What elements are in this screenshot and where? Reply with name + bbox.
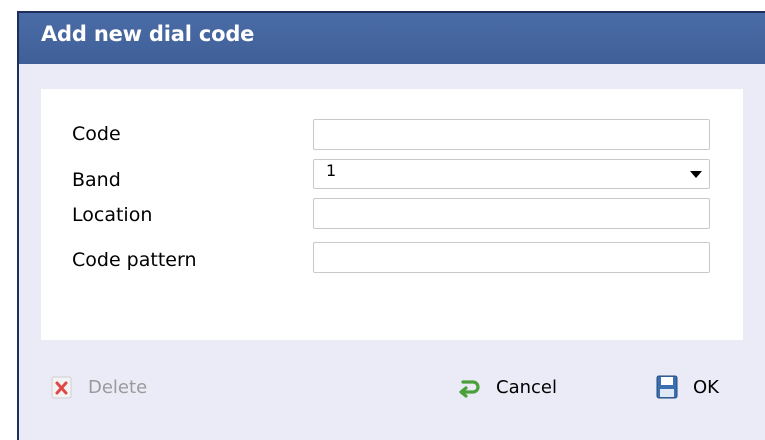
delete-label: Delete (88, 376, 148, 398)
code-input[interactable] (313, 119, 710, 150)
location-input[interactable] (313, 198, 710, 229)
form-panel: Code Band 1 Location Code pattern (41, 89, 743, 340)
dialog-titlebar: Add new dial code (19, 13, 765, 64)
code-label: Code (72, 123, 121, 145)
delete-button[interactable]: Delete (50, 370, 147, 404)
ok-button[interactable]: OK (655, 370, 719, 404)
cancel-label: Cancel (496, 376, 557, 398)
delete-x-icon (50, 374, 74, 400)
cancel-arrow-icon (458, 374, 482, 400)
cancel-button[interactable]: Cancel (458, 370, 557, 404)
chevron-down-icon (690, 171, 702, 178)
save-disk-icon (655, 374, 679, 400)
code-pattern-input[interactable] (313, 242, 710, 273)
ok-label: OK (693, 376, 719, 398)
add-dial-code-dialog: Add new dial code Code Band 1 Location C… (17, 11, 765, 440)
code-pattern-label: Code pattern (72, 249, 197, 271)
band-label: Band (72, 169, 121, 191)
band-selected-value: 1 (326, 161, 337, 180)
location-label: Location (72, 204, 153, 226)
band-select[interactable]: 1 (313, 159, 710, 189)
dialog-title: Add new dial code (41, 22, 255, 46)
